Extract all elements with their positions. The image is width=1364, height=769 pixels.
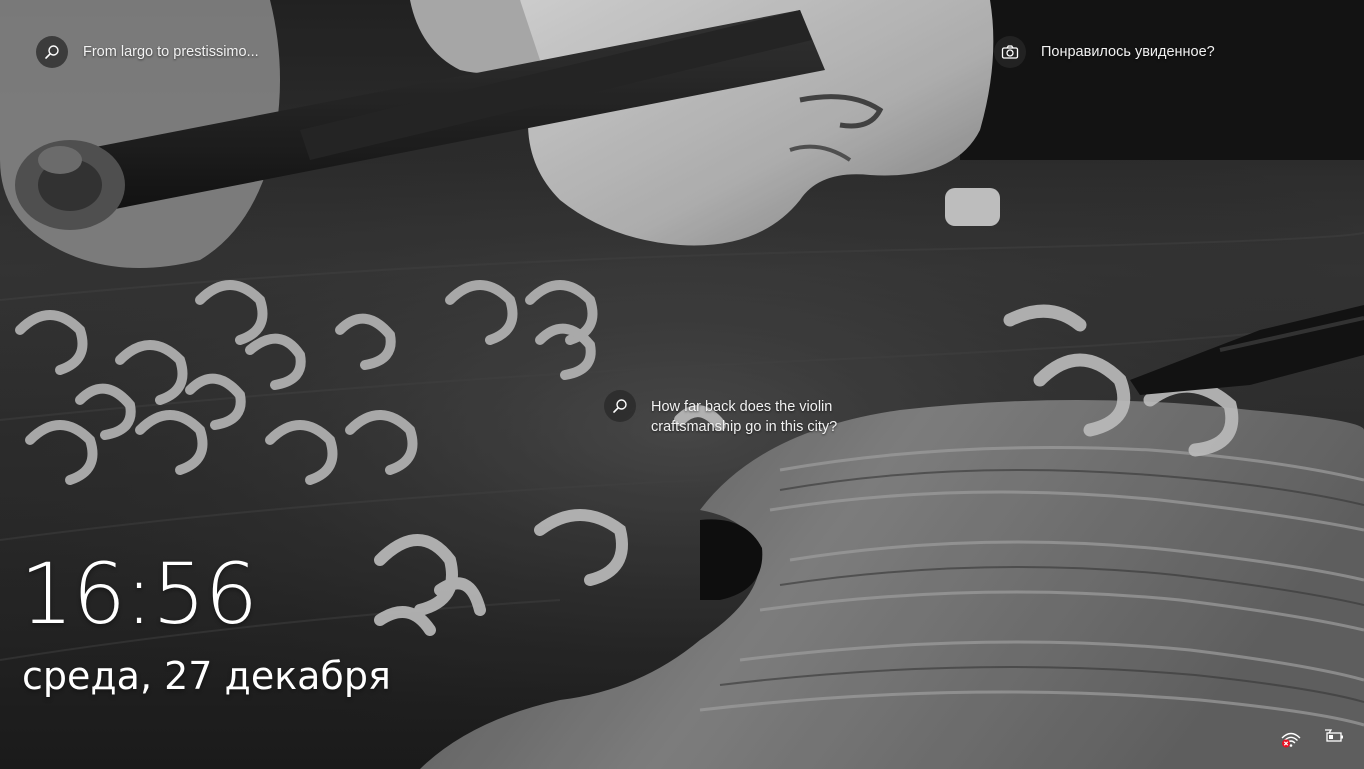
- lock-screen[interactable]: From largo to prestissimo... Понравилось…: [0, 0, 1364, 769]
- camera-icon[interactable]: [994, 36, 1026, 68]
- clock-date: среда, 27 декабря: [22, 654, 391, 698]
- spotlight-hotspot-top-left[interactable]: From largo to prestissimo...: [36, 36, 259, 68]
- search-icon[interactable]: [604, 390, 636, 422]
- network-disconnected-icon[interactable]: [1281, 729, 1301, 749]
- search-icon[interactable]: [36, 36, 68, 68]
- battery-charging-icon[interactable]: [1324, 727, 1344, 747]
- spotlight-hotspot-middle[interactable]: How far back does the violin craftsmansh…: [604, 390, 861, 437]
- hotspot-top-left-text[interactable]: From largo to prestissimo...: [83, 42, 259, 62]
- hotspot-middle-text[interactable]: How far back does the violin craftsmansh…: [651, 397, 861, 437]
- clock-time: 16:56: [20, 545, 258, 643]
- hotspot-top-right-text[interactable]: Понравилось увиденное?: [1041, 42, 1215, 62]
- like-what-you-see-hotspot[interactable]: Понравилось увиденное?: [994, 36, 1215, 68]
